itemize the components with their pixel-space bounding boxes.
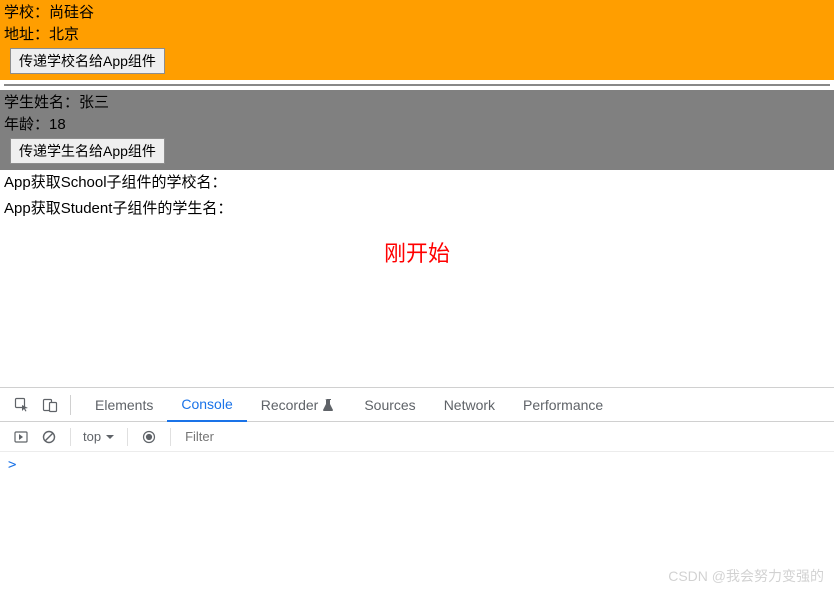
student-section: 学生姓名：张三 年龄：18 传递学生名给App组件 bbox=[0, 90, 834, 170]
tab-performance-label: Performance bbox=[523, 397, 603, 413]
status-text: 刚开始 bbox=[0, 236, 834, 268]
toolbar-separator bbox=[170, 428, 171, 446]
live-expression-icon[interactable] bbox=[136, 425, 162, 449]
school-addr-label: 地址： bbox=[4, 26, 49, 43]
clear-console-icon[interactable] bbox=[36, 425, 62, 449]
pass-student-name-button[interactable]: 传递学生名给App组件 bbox=[10, 138, 165, 164]
tab-recorder[interactable]: Recorder bbox=[247, 388, 351, 422]
device-toolbar-icon[interactable] bbox=[36, 392, 64, 418]
tab-console-label: Console bbox=[181, 396, 232, 412]
tab-recorder-label: Recorder bbox=[261, 397, 319, 413]
school-name-label: 学校： bbox=[4, 4, 49, 21]
student-age-row: 年龄：18 bbox=[4, 114, 830, 136]
tab-console[interactable]: Console bbox=[167, 388, 246, 422]
school-name-value: 尚硅谷 bbox=[49, 4, 94, 21]
student-name-value: 张三 bbox=[79, 94, 109, 111]
student-name-label: 学生姓名： bbox=[4, 94, 79, 111]
school-name-row: 学校：尚硅谷 bbox=[4, 2, 830, 24]
filter-input[interactable] bbox=[185, 429, 826, 444]
execution-context-dropdown[interactable]: top bbox=[79, 429, 119, 444]
sidebar-toggle-icon[interactable] bbox=[8, 425, 34, 449]
student-name-row: 学生姓名：张三 bbox=[4, 92, 830, 114]
tab-sources-label: Sources bbox=[364, 397, 415, 413]
school-addr-value: 北京 bbox=[49, 26, 79, 43]
tab-sources[interactable]: Sources bbox=[350, 388, 429, 422]
info-student-line: App获取Student子组件的学生名： bbox=[4, 196, 830, 222]
info-school-line: App获取School子组件的学校名： bbox=[4, 170, 830, 196]
inspect-element-icon[interactable] bbox=[8, 392, 36, 418]
filter-input-wrapper bbox=[185, 428, 826, 445]
devtools-toolbar: top bbox=[0, 422, 834, 452]
flask-icon bbox=[322, 398, 336, 412]
tab-separator bbox=[70, 395, 71, 415]
school-addr-row: 地址：北京 bbox=[4, 24, 830, 46]
divider bbox=[4, 84, 830, 86]
info-section: App获取School子组件的学校名： App获取Student子组件的学生名： bbox=[0, 170, 834, 222]
tab-network[interactable]: Network bbox=[430, 388, 509, 422]
school-section: 学校：尚硅谷 地址：北京 传递学校名给App组件 bbox=[0, 0, 834, 80]
chevron-down-icon bbox=[105, 432, 115, 442]
devtools-tabs: Elements Console Recorder Sources Networ… bbox=[0, 388, 834, 422]
toolbar-separator bbox=[70, 428, 71, 446]
context-label: top bbox=[83, 429, 101, 444]
tab-network-label: Network bbox=[444, 397, 495, 413]
student-age-label: 年龄： bbox=[4, 116, 49, 133]
tab-elements[interactable]: Elements bbox=[81, 388, 167, 422]
toolbar-separator bbox=[127, 428, 128, 446]
pass-school-name-button[interactable]: 传递学校名给App组件 bbox=[10, 48, 165, 74]
tab-performance[interactable]: Performance bbox=[509, 388, 617, 422]
devtools-panel: Elements Console Recorder Sources Networ… bbox=[0, 387, 834, 592]
student-age-value: 18 bbox=[49, 116, 66, 133]
tab-elements-label: Elements bbox=[95, 397, 153, 413]
console-output[interactable]: > bbox=[0, 452, 834, 592]
console-prompt: > bbox=[8, 457, 16, 473]
